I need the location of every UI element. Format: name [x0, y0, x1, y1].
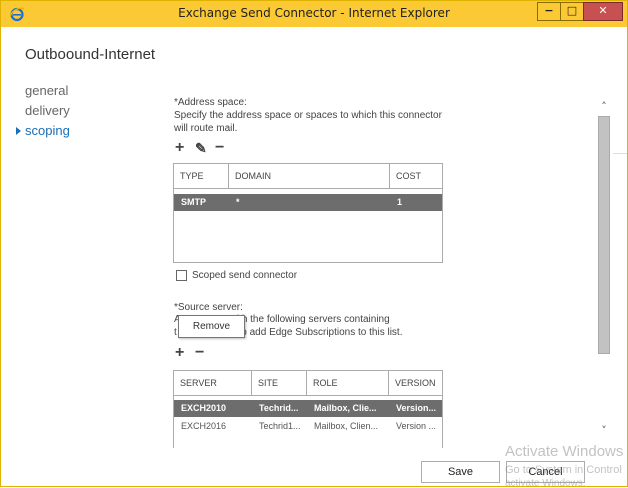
nav-item-scoping[interactable]: scoping [16, 123, 70, 138]
minimize-button[interactable]: − [537, 2, 561, 21]
cell-role: Mailbox, Clie... [314, 403, 377, 413]
address-space-label: *Address space: [174, 97, 247, 108]
cell-role: Mailbox, Clien... [314, 421, 379, 431]
cell-version: Version... [396, 403, 437, 413]
column-header-site[interactable]: SITE [252, 371, 307, 395]
browser-window: Exchange Send Connector - Internet Explo… [0, 0, 628, 488]
cell-version: Version ... [396, 421, 437, 431]
cell-domain: * [236, 197, 240, 207]
scroll-thumb[interactable] [598, 116, 610, 354]
column-header-version[interactable]: VERSION [389, 371, 442, 395]
table-row[interactable]: SMTP * 1 [174, 194, 442, 211]
table-row[interactable]: EXCH2016 Techrid1... Mailbox, Clien... V… [174, 418, 442, 435]
scoped-send-connector-checkbox[interactable] [176, 270, 187, 281]
column-header-domain[interactable]: DOMAIN [229, 164, 390, 188]
nav-item-delivery[interactable]: delivery [25, 103, 70, 118]
edit-address-space-button[interactable]: ✎ [195, 141, 207, 155]
column-header-server[interactable]: SERVER [174, 371, 252, 395]
address-space-description: Specify the address space or spaces to w… [174, 110, 442, 134]
address-space-table: TYPE DOMAIN COST SMTP * 1 [173, 163, 443, 263]
cell-cost: 1 [397, 197, 403, 207]
maximize-button[interactable]: □ [560, 2, 584, 21]
column-header-role[interactable]: ROLE [307, 371, 389, 395]
add-address-space-button[interactable]: + [175, 140, 184, 156]
remove-tooltip: Remove [178, 315, 245, 338]
edge-divider [613, 153, 627, 154]
nav-selected-caret-icon [16, 127, 21, 135]
scroll-down-arrow-icon[interactable]: ˅ [596, 425, 612, 437]
vertical-scrollbar[interactable]: ˄ ˅ [596, 101, 612, 441]
remove-source-server-button[interactable]: − [195, 345, 204, 361]
remove-address-space-button[interactable]: − [215, 140, 224, 156]
activation-watermark-title: Activate Windows [505, 443, 624, 460]
table-row[interactable]: EXCH2010 Techrid... Mailbox, Clie... Ver… [174, 400, 442, 417]
source-server-table: SERVER SITE ROLE VERSION EXCH2010 Techri… [173, 370, 443, 448]
add-source-server-button[interactable]: + [175, 345, 184, 361]
cell-site: Techrid... [259, 403, 299, 413]
scoped-send-connector-label: Scoped send connector [192, 270, 298, 281]
cell-server: EXCH2016 [181, 421, 227, 431]
cell-server: EXCH2010 [181, 403, 227, 413]
scroll-up-arrow-icon[interactable]: ˄ [596, 101, 612, 113]
title-bar[interactable]: Exchange Send Connector - Internet Explo… [1, 1, 627, 27]
header-divider [174, 188, 442, 189]
header-divider [174, 395, 442, 396]
save-button[interactable]: Save [421, 461, 500, 483]
nav-item-general[interactable]: general [25, 83, 68, 98]
source-server-label: *Source server: [174, 302, 243, 313]
cell-site: Techrid1... [259, 421, 301, 431]
activation-watermark-line2: Go to System in Control [505, 464, 622, 476]
column-header-type[interactable]: TYPE [174, 164, 229, 188]
page-title: Outboound-Internet [25, 46, 156, 63]
column-header-cost[interactable]: COST [390, 164, 442, 188]
close-button[interactable]: ✕ [583, 2, 623, 21]
window-title: Exchange Send Connector - Internet Explo… [178, 6, 450, 20]
cell-type: SMTP [181, 197, 207, 207]
nav-item-label: scoping [25, 123, 70, 138]
